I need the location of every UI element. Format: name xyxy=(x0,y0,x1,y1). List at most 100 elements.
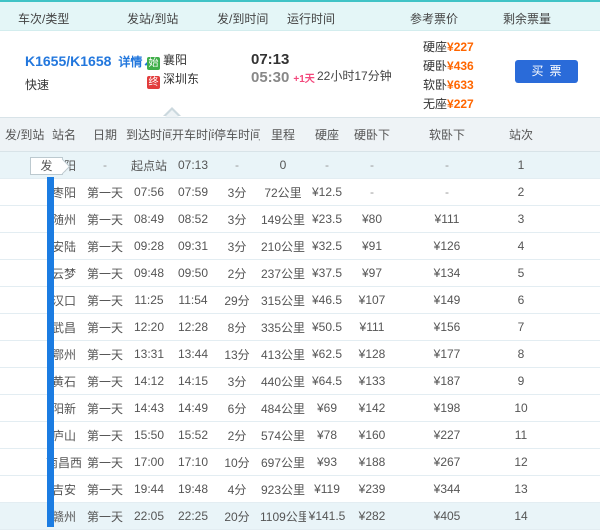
station-pair: 始襄阳 终深圳东 xyxy=(147,51,199,89)
cell-depart_time: 07:59 xyxy=(172,179,214,206)
cell-date: 第一天 xyxy=(84,314,126,341)
col-soft-sleeper-lower: 软卧下 xyxy=(396,118,498,152)
cell-marker xyxy=(0,179,44,206)
price-line: 无座¥227 xyxy=(423,95,474,114)
price-label: 无座 xyxy=(423,97,447,111)
cell-soft_sleeper_lower: ¥156 xyxy=(396,314,498,341)
cell-stop_duration: 10分 xyxy=(214,449,260,476)
table-row: 枣阳第一天07:5607:593分72公里¥12.5--2 xyxy=(0,179,600,206)
cell-arrive_time: 17:00 xyxy=(126,449,172,476)
cell-date: 第一天 xyxy=(84,233,126,260)
origin-station: 襄阳 xyxy=(163,53,187,67)
origin-badge-icon: 始 xyxy=(147,57,160,70)
cell-soft_sleeper_lower: ¥344 xyxy=(396,476,498,503)
cell-soft_sleeper_lower: - xyxy=(396,179,498,206)
cell-marker xyxy=(0,341,44,368)
cell-distance: 440公里 xyxy=(260,368,306,395)
cell-stop_no: 2 xyxy=(498,179,600,206)
col-arrive-time: 到达时间 xyxy=(126,118,172,152)
origin-row: 始襄阳 xyxy=(147,51,199,70)
cell-depart_time: 17:10 xyxy=(172,449,214,476)
price-label: 硬卧 xyxy=(423,59,447,73)
cell-stop_no: 11 xyxy=(498,422,600,449)
cell-hard_sleeper_lower: ¥282 xyxy=(348,503,396,530)
cell-arrive_time: 19:44 xyxy=(126,476,172,503)
table-row: 随州第一天08:4908:523分149公里¥23.5¥80¥1113 xyxy=(0,206,600,233)
detail-link[interactable]: 详情 xyxy=(118,55,142,69)
summary-col-train-type: 车次/类型 xyxy=(18,10,69,27)
price-line: 硬座¥227 xyxy=(423,38,474,57)
cell-depart_time: 11:54 xyxy=(172,287,214,314)
cell-arrive_time: 15:50 xyxy=(126,422,172,449)
cell-depart_time: 07:13 xyxy=(172,152,214,179)
cell-stop_duration: 3分 xyxy=(214,206,260,233)
cell-stop_duration: 6分 xyxy=(214,395,260,422)
cell-marker xyxy=(0,368,44,395)
price-label: 硬座 xyxy=(423,40,447,54)
table-row: 襄阳-起点站07:13-0---1 xyxy=(0,152,600,179)
price-line: 硬卧¥436 xyxy=(423,57,474,76)
cell-date: 第一天 xyxy=(84,341,126,368)
depart-time: 07:13 xyxy=(251,51,315,69)
cell-soft_sleeper_lower: ¥227 xyxy=(396,422,498,449)
cell-hard_seat: ¥23.5 xyxy=(306,206,348,233)
cell-arrive_time: 14:43 xyxy=(126,395,172,422)
cell-hard_sleeper_lower: ¥111 xyxy=(348,314,396,341)
stops-table: 发/到站 站名 日期 到达时间 开车时间 停车时间 里程 硬座 硬卧下 软卧下 … xyxy=(0,117,600,530)
summary-col-remaining: 剩余票量 xyxy=(503,10,551,27)
cell-marker xyxy=(0,287,44,314)
travel-duration: 22小时17分钟 xyxy=(317,67,392,84)
cell-date: 第一天 xyxy=(84,449,126,476)
cell-distance: 413公里 xyxy=(260,341,306,368)
cell-date: 第一天 xyxy=(84,260,126,287)
cell-date: 第一天 xyxy=(84,503,126,530)
price-value: ¥227 xyxy=(447,40,474,54)
summary-col-duration: 运行时间 xyxy=(287,10,335,27)
cell-arrive_time: 22:05 xyxy=(126,503,172,530)
cell-depart_time: 22:25 xyxy=(172,503,214,530)
cell-arrive_time: 07:56 xyxy=(126,179,172,206)
cell-arrive_time: 12:20 xyxy=(126,314,172,341)
cell-hard_sleeper_lower: ¥107 xyxy=(348,287,396,314)
cell-stop_duration: - xyxy=(214,152,260,179)
cell-stop_duration: 2分 xyxy=(214,422,260,449)
cell-marker xyxy=(0,449,44,476)
table-row: 鄂州第一天13:3113:4413分413公里¥62.5¥128¥1778 xyxy=(0,341,600,368)
cell-stop_no: 7 xyxy=(498,314,600,341)
cell-depart_time: 19:48 xyxy=(172,476,214,503)
cell-depart_time: 09:31 xyxy=(172,233,214,260)
cell-soft_sleeper_lower: ¥149 xyxy=(396,287,498,314)
summary-header: 车次/类型 发站/到站 发/到时间 运行时间 参考票价 剩余票量 xyxy=(0,0,600,31)
cell-hard_sleeper_lower: ¥91 xyxy=(348,233,396,260)
cell-stop_no: 1 xyxy=(498,152,600,179)
time-pair: 07:13 05:30+1天 xyxy=(251,51,315,87)
col-stop-duration: 停车时间 xyxy=(214,118,260,152)
cell-stop_no: 8 xyxy=(498,341,600,368)
col-stop-no: 站次 xyxy=(498,118,600,152)
cell-marker xyxy=(0,206,44,233)
summary-col-times: 发/到时间 xyxy=(217,10,268,27)
col-date: 日期 xyxy=(84,118,126,152)
cell-stop_no: 5 xyxy=(498,260,600,287)
cell-hard_seat: ¥50.5 xyxy=(306,314,348,341)
cell-depart_time: 14:15 xyxy=(172,368,214,395)
cell-stop_duration: 29分 xyxy=(214,287,260,314)
cell-date: 第一天 xyxy=(84,287,126,314)
cell-distance: 574公里 xyxy=(260,422,306,449)
reference-prices: 硬座¥227 硬卧¥436 软卧¥633 无座¥227 xyxy=(423,38,474,114)
cell-hard_seat: ¥62.5 xyxy=(306,341,348,368)
col-depart-time: 开车时间 xyxy=(172,118,214,152)
cell-date: 第一天 xyxy=(84,179,126,206)
table-row: 武昌第一天12:2012:288分335公里¥50.5¥111¥1567 xyxy=(0,314,600,341)
cell-soft_sleeper_lower: ¥405 xyxy=(396,503,498,530)
cell-date: 第一天 xyxy=(84,368,126,395)
stops-header-row: 发/到站 站名 日期 到达时间 开车时间 停车时间 里程 硬座 硬卧下 软卧下 … xyxy=(0,118,600,152)
price-line: 软卧¥633 xyxy=(423,76,474,95)
cell-stop_no: 10 xyxy=(498,395,600,422)
cell-date: 第一天 xyxy=(84,422,126,449)
cell-marker xyxy=(0,395,44,422)
table-row: 安陆第一天09:2809:313分210公里¥32.5¥91¥1264 xyxy=(0,233,600,260)
train-detail-panel: 车次/类型 发站/到站 发/到时间 运行时间 参考票价 剩余票量 K1655/K… xyxy=(0,0,600,527)
buy-ticket-button[interactable]: 买票 xyxy=(515,60,578,83)
cell-marker xyxy=(0,476,44,503)
